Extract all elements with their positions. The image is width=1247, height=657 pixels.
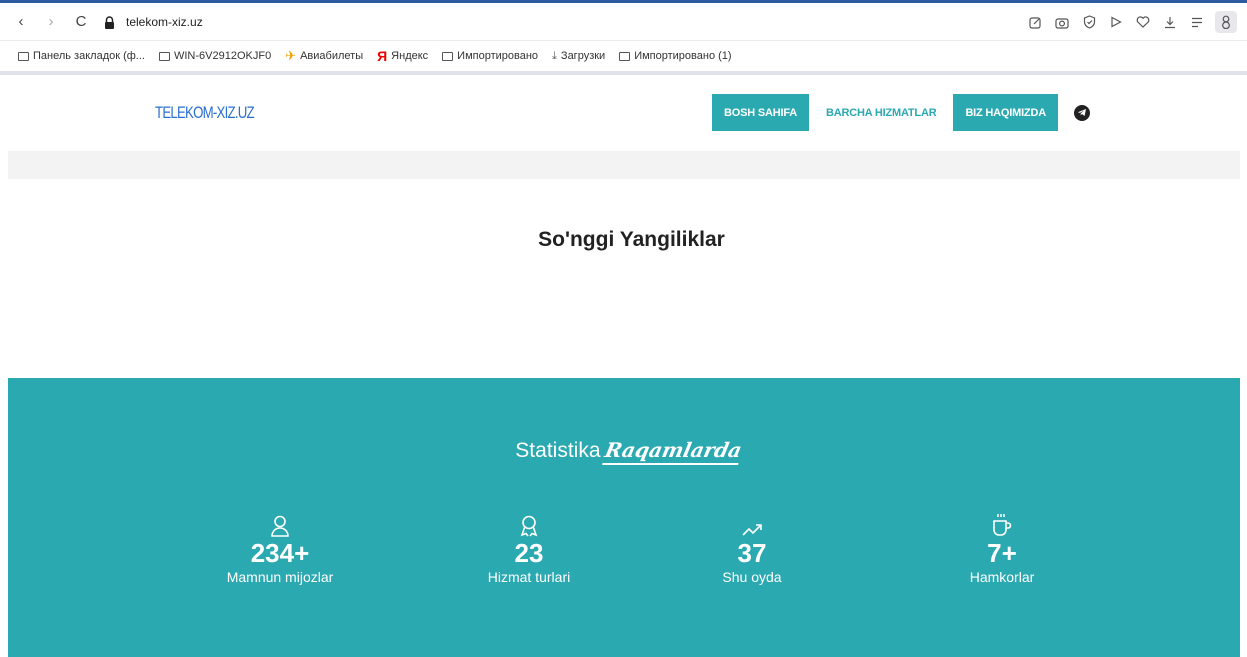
- award-icon: [449, 513, 609, 537]
- bookmark-label: Импортировано (1): [634, 50, 732, 62]
- site-header: TELEKOM-XIZ.UZ BOSH SAHIFA BARCHA HIZMAT…: [0, 75, 1247, 150]
- bookmark-label: Яндекс: [391, 50, 429, 62]
- stat-number: 7+: [987, 538, 1017, 568]
- bookmark-label: Загрузки: [560, 50, 606, 62]
- site-logo[interactable]: TELEKOM-XIZ.UZ: [155, 103, 255, 123]
- bookmark-label: Авиабилеты: [300, 50, 364, 62]
- folder-icon: [158, 51, 170, 61]
- folder-icon: [442, 51, 454, 61]
- lock-icon: [104, 15, 116, 29]
- bookmarks-bar: Панель закладок (ф... WIN-6V2912OKJF0 ✈ А…: [0, 40, 1247, 71]
- news-title-light: So'nggi: [538, 228, 620, 251]
- reload-button[interactable]: C: [70, 11, 92, 33]
- browser-toolbar: [1026, 11, 1237, 33]
- bookmark-item[interactable]: Импортировано (1): [619, 50, 732, 62]
- main-nav: BOSH SAHIFA BARCHA HIZMATLAR BIZ HAQIMIZ…: [712, 94, 1090, 131]
- user-icon: [200, 513, 360, 537]
- address-bar: ‹ › C telekom-xiz.uz: [0, 3, 1247, 40]
- stats-title-script: Raqamlarda: [601, 438, 744, 465]
- news-title-bold: Yangiliklar: [619, 228, 725, 251]
- stats-title: StatistikaRaqamlarda: [8, 438, 1247, 465]
- nav-bosh-sahifa[interactable]: BOSH SAHIFA: [712, 94, 809, 131]
- stat-label: Mamnun mijozlar: [226, 569, 334, 585]
- news-section-title: So'nggi Yangiliklar: [0, 228, 1247, 252]
- plane-icon: ✈: [285, 48, 297, 63]
- back-button[interactable]: ‹: [10, 11, 32, 33]
- stat-item: 234+ Mamnun mijozlar: [200, 513, 360, 585]
- bookmark-label: WIN-6V2912OKJF0: [173, 50, 272, 62]
- bookmark-item[interactable]: Я Яндекс: [377, 48, 428, 64]
- heart-icon[interactable]: [1134, 13, 1152, 31]
- stats-section: StatistikaRaqamlarda 234+ Mamnun mijozla…: [8, 378, 1240, 657]
- shield-icon[interactable]: [1080, 13, 1098, 31]
- menu-icon[interactable]: [1188, 13, 1206, 31]
- url-field[interactable]: telekom-xiz.uz: [126, 15, 203, 29]
- edit-icon[interactable]: [1026, 13, 1044, 31]
- profile-icon[interactable]: [1215, 11, 1237, 33]
- stat-number: 23: [514, 538, 544, 568]
- nav-barcha-hizmatlar[interactable]: BARCHA HIZMATLAR: [814, 94, 948, 131]
- trending-icon: [672, 513, 832, 537]
- camera-icon[interactable]: [1053, 13, 1071, 31]
- page-banner-strip: [8, 151, 1240, 179]
- download-icon: ⤓: [552, 49, 557, 62]
- folder-icon: [18, 51, 29, 61]
- folder-icon: [619, 51, 631, 61]
- stat-label: Shu oyda: [722, 569, 782, 585]
- stat-item: 37 Shu oyda: [672, 513, 832, 585]
- stat-label: Hamkorlar: [969, 569, 1035, 585]
- play-icon[interactable]: [1107, 13, 1125, 31]
- nav-biz-haqimizda[interactable]: BIZ HAQIMIZDA: [953, 94, 1058, 131]
- bookmark-label: Панель закладок (ф...: [33, 50, 145, 62]
- stats-title-light: Statistika: [515, 439, 601, 462]
- coffee-icon: [922, 513, 1082, 537]
- download-icon[interactable]: [1161, 13, 1179, 31]
- stat-number: 37: [737, 538, 767, 568]
- bookmark-item[interactable]: Импортировано: [442, 50, 538, 62]
- bookmark-item[interactable]: Панель закладок (ф...: [18, 50, 145, 62]
- forward-button[interactable]: ›: [40, 11, 62, 33]
- bookmark-item[interactable]: ✈ Авиабилеты: [285, 48, 363, 64]
- bookmark-label: Импортировано: [457, 50, 539, 62]
- stat-item: 23 Hizmat turlari: [449, 513, 609, 585]
- telegram-icon[interactable]: [1073, 104, 1090, 121]
- bookmark-item[interactable]: WIN-6V2912OKJF0: [158, 50, 272, 62]
- stat-label: Hizmat turlari: [487, 569, 571, 585]
- yandex-icon: Я: [377, 48, 388, 64]
- stat-number: 234+: [250, 538, 310, 568]
- bookmark-item[interactable]: ⤓ Загрузки: [552, 50, 605, 63]
- stat-item: 7+ Hamkorlar: [922, 513, 1082, 585]
